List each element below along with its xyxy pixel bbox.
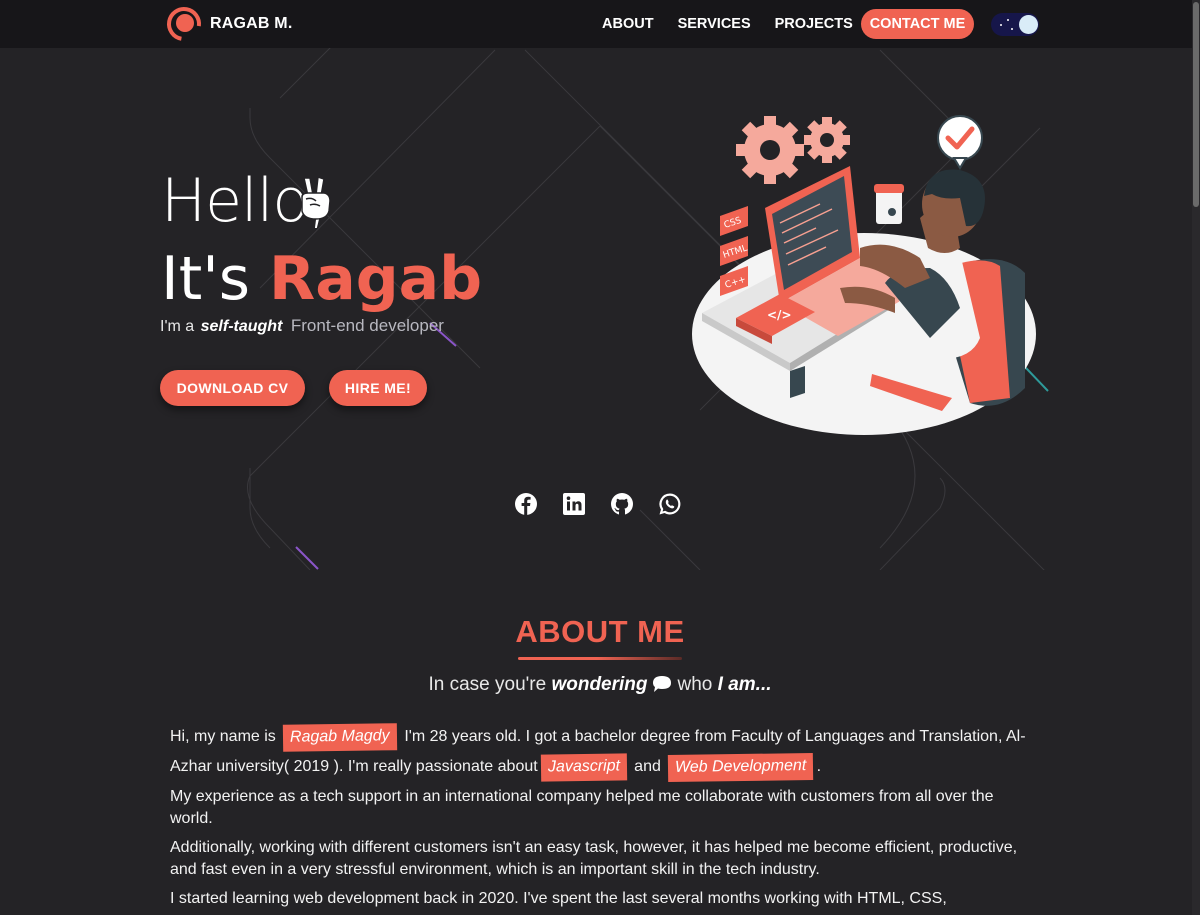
desk-leg [790,366,805,398]
brand-name: RAGAB M. [210,15,293,32]
about-subtitle: In case you're wondering who I am... [0,674,1200,696]
subtitle-a: In case you're [428,674,547,695]
hero-name: Ragab [269,244,483,314]
hero-tagline: I'm a self-taught Front-end developer [160,316,444,336]
nav-link-about[interactable]: ABOUT [602,16,654,32]
intro-prefix: It's [161,244,270,314]
brand-logo-icon [167,7,201,41]
nav-link-projects[interactable]: PROJECTS [775,16,853,32]
brand[interactable]: RAGAB M. [166,6,292,42]
about-title: ABOUT ME [515,614,685,649]
tagline-emphasis: self-taught [200,318,283,335]
star-icon [1000,24,1002,26]
p1-a: Hi, my name is [170,728,276,745]
peace-hand-icon [301,175,331,220]
cup-lid [874,184,904,193]
social-links [514,492,682,516]
about-underline [518,657,682,660]
subtitle-c: who [677,674,713,695]
hero-intro: It's Ragab [161,244,482,314]
moon-icon [1019,15,1038,34]
p1-and: and [634,758,661,775]
highlight-name: Ragab Magdy [283,723,398,752]
p1-end: . [816,758,822,775]
linkedin-icon[interactable] [562,492,586,516]
download-cv-button[interactable]: DOWNLOAD CV [160,370,305,406]
highlight-javascript: Javascript [540,753,627,782]
facebook-icon[interactable] [514,492,538,516]
coffee-cup [876,190,902,224]
hire-me-button[interactable]: HIRE ME! [329,370,427,406]
about-paragraph: Additionally, working with different cus… [170,839,1018,878]
theme-toggle[interactable] [991,13,1039,36]
nav-link-services[interactable]: SERVICES [678,16,751,32]
tagline-role: Front-end developer [290,316,444,335]
highlight-web-development: Web Development [668,752,814,783]
whatsapp-icon[interactable] [658,492,682,516]
about-paragraph: My experience as a tech support in an in… [170,788,994,827]
star-icon [1007,19,1009,21]
about-paragraph: Hi, my name is Ragab Magdy I'm 28 years … [170,722,1030,783]
contact-button[interactable]: CONTACT ME [861,9,974,39]
navbar: RAGAB M. ABOUT SERVICES PROJECTS CONTACT… [0,0,1200,48]
subtitle-b: wondering [551,674,648,695]
check-bubble [937,115,983,161]
speech-bubble-icon [652,676,671,692]
about-body: Hi, my name is Ragab Magdy I'm 28 years … [170,722,1030,915]
github-icon[interactable] [610,492,634,516]
language-tags: CSS HTML C++ [720,206,749,296]
nav-links: ABOUT SERVICES PROJECTS [590,0,865,48]
tagline-prefix: I'm a [160,318,195,335]
developer-illustration: </> CSS HTML C++ [692,115,1036,435]
star-icon [1011,28,1013,30]
svg-text:</>: </> [767,308,792,322]
subtitle-d: I am... [717,674,772,695]
about-paragraph: I started learning web development back … [170,890,947,907]
